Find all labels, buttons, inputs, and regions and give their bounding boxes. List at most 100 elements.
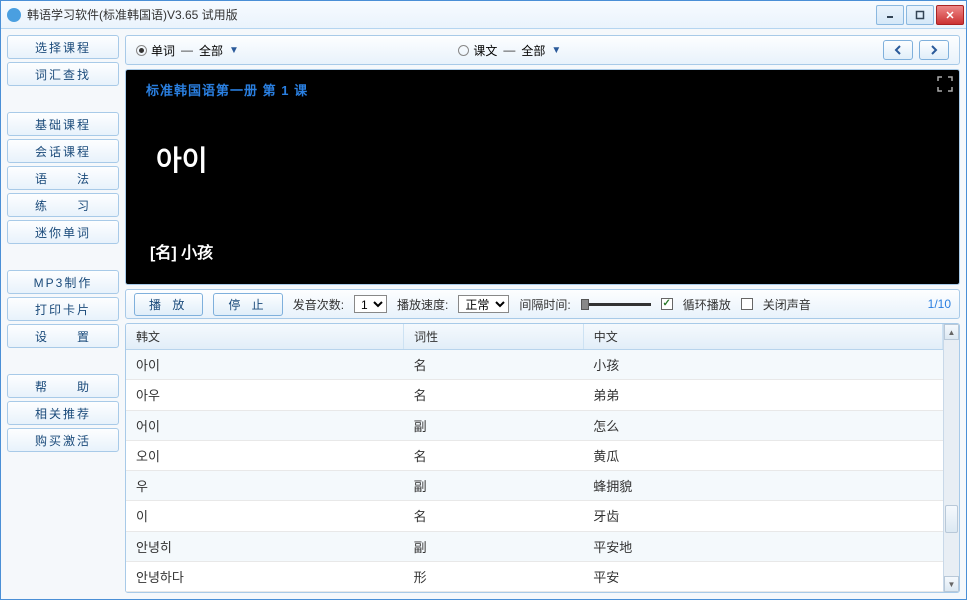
table-cell: 平安地 [583, 531, 942, 561]
flashcard-display: 标准韩国语第一册 第 1 课 아이 [名] 小孩 [125, 69, 960, 285]
scroll-down-button[interactable]: ▼ [944, 576, 959, 592]
help-button[interactable]: 帮 助 [7, 374, 119, 398]
table-cell: 우 [126, 471, 404, 501]
table-cell: 名 [404, 501, 584, 531]
sidebar-group-3: MP3制作 打印卡片 设 置 [7, 270, 119, 348]
table-cell: 小孩 [583, 350, 942, 380]
buy-activate-button[interactable]: 购买激活 [7, 428, 119, 452]
speed-label: 播放速度: [397, 296, 448, 313]
col-chinese[interactable]: 中文 [583, 324, 942, 350]
table-scrollbar: ▲ ▼ [943, 324, 959, 592]
table-header-row: 韩文 词性 中文 [126, 324, 943, 350]
loop-checkbox[interactable] [661, 298, 673, 310]
mode-word-all-label: 全部 [199, 42, 223, 59]
col-pos[interactable]: 词性 [404, 324, 584, 350]
table-row[interactable]: 어이副怎么 [126, 410, 943, 440]
vocab-search-button[interactable]: 词汇查找 [7, 62, 119, 86]
mode-word-label: 单词 [151, 42, 175, 59]
table-row[interactable]: 오이名黄瓜 [126, 440, 943, 470]
table-row[interactable]: 이名牙齿 [126, 501, 943, 531]
titlebar: 韩语学习软件(标准韩国语)V3.65 试用版 [1, 1, 966, 29]
table-cell: 弟弟 [583, 380, 942, 410]
loop-label: 循环播放 [683, 296, 731, 313]
play-button[interactable]: 播 放 [134, 293, 203, 316]
table-cell: 名 [404, 350, 584, 380]
table-row[interactable]: 안녕히副平安地 [126, 531, 943, 561]
stop-button[interactable]: 停 止 [213, 293, 282, 316]
mini-vocab-button[interactable]: 迷你单词 [7, 220, 119, 244]
table-row[interactable]: 우副蜂拥貌 [126, 471, 943, 501]
next-button[interactable] [919, 40, 949, 60]
mode-text-radio[interactable] [458, 45, 469, 56]
speed-select[interactable]: 正常 [458, 295, 509, 313]
table-cell: 形 [404, 561, 584, 591]
main-panel: 单词 — 全部 ▼ 课文 — 全部 ▼ [125, 35, 960, 593]
close-button[interactable] [936, 5, 964, 25]
select-course-button[interactable]: 选择课程 [7, 35, 119, 59]
mode-word-group: 单词 — 全部 ▼ [136, 42, 340, 59]
table-cell: 아이 [126, 350, 404, 380]
fullscreen-icon[interactable] [937, 76, 953, 92]
col-korean[interactable]: 韩文 [126, 324, 404, 350]
mute-label: 关闭声音 [763, 296, 811, 313]
table-cell: 副 [404, 410, 584, 440]
table-cell: 아우 [126, 380, 404, 410]
nav-buttons [883, 40, 949, 60]
table-cell: 平安 [583, 561, 942, 591]
table-cell: 牙齿 [583, 501, 942, 531]
count-select[interactable]: 1 [354, 295, 387, 313]
table-cell: 오이 [126, 440, 404, 470]
mp3-make-button[interactable]: MP3制作 [7, 270, 119, 294]
table-row[interactable]: 아이名小孩 [126, 350, 943, 380]
table-cell: 黄瓜 [583, 440, 942, 470]
app-window: 韩语学习软件(标准韩国语)V3.65 试用版 选择课程 词汇查找 基础课程 会话… [0, 0, 967, 600]
practice-button[interactable]: 练 习 [7, 193, 119, 217]
mode-text-all-label: 全部 [521, 42, 545, 59]
window-title: 韩语学习软件(标准韩国语)V3.65 试用版 [27, 6, 876, 23]
app-icon [7, 8, 21, 22]
table-cell: 이 [126, 501, 404, 531]
vocab-table-wrap: 韩文 词性 中文 아이名小孩아우名弟弟어이副怎么오이名黄瓜우副蜂拥貌이名牙齿안녕… [125, 323, 960, 593]
table-cell: 名 [404, 440, 584, 470]
window-controls [876, 5, 964, 25]
table-cell: 안녕히 [126, 531, 404, 561]
table-cell: 어이 [126, 410, 404, 440]
scroll-up-button[interactable]: ▲ [944, 324, 959, 340]
table-cell: 副 [404, 471, 584, 501]
print-card-button[interactable]: 打印卡片 [7, 297, 119, 321]
lesson-title: 标准韩国语第一册 第 1 课 [146, 80, 939, 99]
content-area: 选择课程 词汇查找 基础课程 会话课程 语 法 练 习 迷你单词 MP3制作 打… [1, 29, 966, 599]
progress-counter: 1/10 [928, 297, 951, 311]
mode-word-radio[interactable] [136, 45, 147, 56]
table-row[interactable]: 아우名弟弟 [126, 380, 943, 410]
settings-button[interactable]: 设 置 [7, 324, 119, 348]
korean-word: 아이 [156, 139, 939, 179]
prev-button[interactable] [883, 40, 913, 60]
table-cell: 名 [404, 380, 584, 410]
related-button[interactable]: 相关推荐 [7, 401, 119, 425]
mode-text-group: 课文 — 全部 ▼ [458, 42, 662, 59]
table-row[interactable]: 안녕하다形平安 [126, 561, 943, 591]
word-meaning: [名] 小孩 [150, 239, 939, 263]
table-cell: 안녕하다 [126, 561, 404, 591]
count-label: 发音次数: [293, 296, 344, 313]
interval-slider[interactable] [581, 303, 651, 306]
mode-text-label: 课文 [473, 42, 497, 59]
table-cell: 怎么 [583, 410, 942, 440]
minimize-button[interactable] [876, 5, 904, 25]
conversation-course-button[interactable]: 会话课程 [7, 139, 119, 163]
basic-course-button[interactable]: 基础课程 [7, 112, 119, 136]
playback-controls: 播 放 停 止 发音次数: 1 播放速度: 正常 间隔时间: 循环播放 关闭声音… [125, 289, 960, 319]
sidebar-group-2: 基础课程 会话课程 语 法 练 习 迷你单词 [7, 112, 119, 244]
mode-text-dropdown[interactable]: ▼ [551, 45, 561, 56]
maximize-button[interactable] [906, 5, 934, 25]
grammar-button[interactable]: 语 法 [7, 166, 119, 190]
mode-word-dropdown[interactable]: ▼ [229, 45, 239, 56]
scroll-thumb[interactable] [945, 505, 958, 533]
scroll-track[interactable] [944, 340, 959, 576]
table-cell: 副 [404, 531, 584, 561]
sidebar-group-1: 选择课程 词汇查找 [7, 35, 119, 86]
mute-checkbox[interactable] [741, 298, 753, 310]
sidebar: 选择课程 词汇查找 基础课程 会话课程 语 法 练 习 迷你单词 MP3制作 打… [7, 35, 119, 593]
vocab-table: 韩文 词性 中文 아이名小孩아우名弟弟어이副怎么오이名黄瓜우副蜂拥貌이名牙齿안녕… [126, 324, 943, 592]
